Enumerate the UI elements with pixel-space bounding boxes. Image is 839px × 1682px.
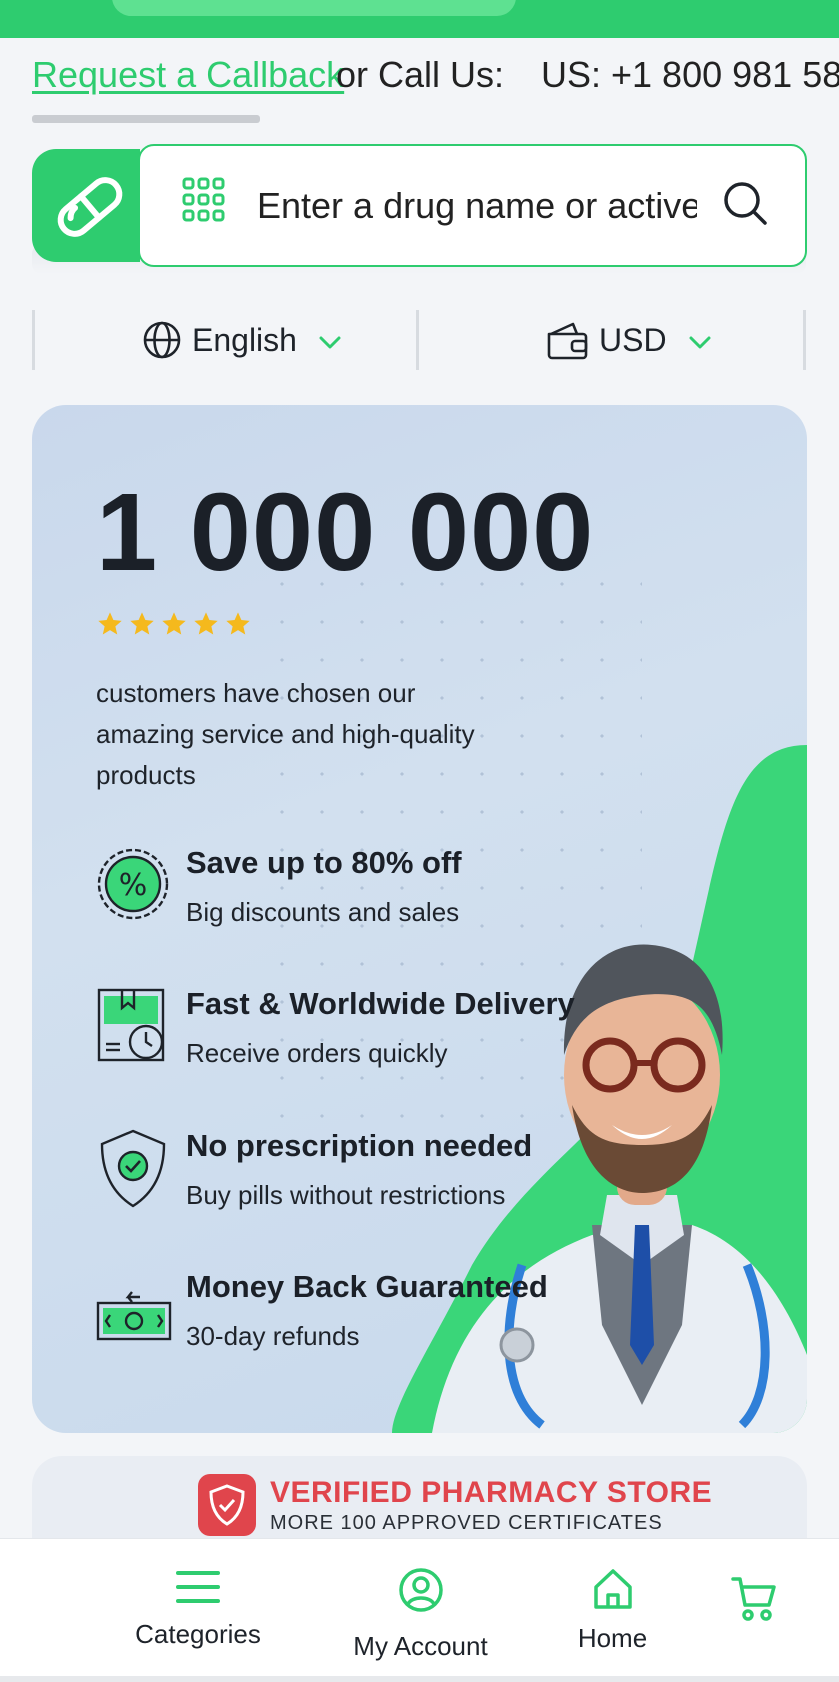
rating-stars (96, 610, 252, 638)
nav-cart[interactable] (729, 1575, 779, 1628)
call-us-label: or Call Us: (336, 54, 505, 95)
nav-label: Home (577, 1623, 648, 1653)
doctor-image (392, 745, 807, 1433)
feature-title: Money Back Guaranteed (186, 1269, 548, 1304)
nav-label: My Account (353, 1631, 488, 1661)
feature-subtitle: Buy pills without restrictions (186, 1180, 506, 1210)
search-input[interactable] (257, 180, 697, 232)
home-icon (593, 1569, 632, 1609)
verified-pharmacy-banner[interactable]: VERIFIED PHARMACY STORE MORE 100 APPROVE… (32, 1456, 807, 1546)
verified-title: VERIFIED PHARMACY STORE (270, 1476, 713, 1509)
callback-bar: Request a Callback or Call Us: US: +1 80… (0, 38, 839, 124)
currency-selector[interactable]: USD (545, 310, 711, 370)
feature-title: Save up to 80% off (186, 845, 462, 880)
chevron-down-icon (689, 336, 711, 349)
svg-text:%: % (119, 868, 148, 903)
verified-subtitle: MORE 100 APPROVED CERTIFICATES (270, 1512, 663, 1534)
nav-my-account[interactable]: My Account (348, 1567, 493, 1662)
horizontal-scrollbar[interactable] (32, 115, 260, 123)
search-box (138, 144, 807, 267)
nav-categories[interactable]: Categories (128, 1567, 268, 1650)
money-back-icon (96, 1291, 172, 1341)
nav-label: Categories (135, 1619, 261, 1649)
customer-count: 1 000 000 (96, 471, 595, 594)
bottom-navigation: Categories My Account Home (0, 1538, 839, 1682)
feature-title: No prescription needed (186, 1128, 533, 1163)
star-icon (162, 612, 186, 635)
star-icon (226, 612, 250, 635)
feature-title: Fast & Worldwide Delivery (186, 986, 575, 1021)
cart-icon (731, 1577, 776, 1621)
star-icon (98, 612, 122, 635)
search-row (0, 124, 839, 284)
phone-number[interactable]: US: +1 800 981 586 (541, 54, 839, 96)
home-logo-button[interactable] (32, 149, 140, 262)
globe-icon (143, 321, 181, 359)
hero-banner[interactable]: 1 000 000 customers have chosen our amaz… (32, 405, 807, 1433)
verified-shield-badge (198, 1474, 256, 1536)
language-label: English (192, 321, 297, 358)
feature-subtitle: 30-day refunds (186, 1321, 360, 1351)
shield-check-icon (209, 1484, 245, 1526)
star-icon (130, 612, 154, 635)
categories-grid-icon[interactable] (182, 176, 226, 224)
menu-icon (176, 1571, 220, 1603)
star-icon (194, 612, 218, 635)
user-circle-icon (398, 1568, 443, 1612)
chevron-down-icon (319, 336, 341, 349)
currency-label: USD (599, 321, 667, 358)
discount-badge-icon: % (97, 848, 169, 920)
shield-check-icon (100, 1129, 166, 1208)
top-bar (0, 0, 839, 38)
wallet-icon (547, 322, 588, 360)
hero-tagline: customers have chosen our amazing servic… (96, 678, 475, 790)
feature-subtitle: Big discounts and sales (186, 897, 460, 927)
search-icon[interactable] (722, 180, 768, 226)
preferences-row: English USD (0, 300, 839, 375)
request-callback-link[interactable]: Request a Callback (32, 54, 344, 96)
feature-subtitle: Receive orders quickly (186, 1038, 448, 1068)
delivery-box-icon (97, 988, 165, 1062)
nav-home[interactable]: Home (570, 1567, 655, 1654)
pill-icon (57, 177, 123, 237)
language-selector[interactable]: English (142, 310, 341, 370)
top-pill (112, 0, 516, 16)
